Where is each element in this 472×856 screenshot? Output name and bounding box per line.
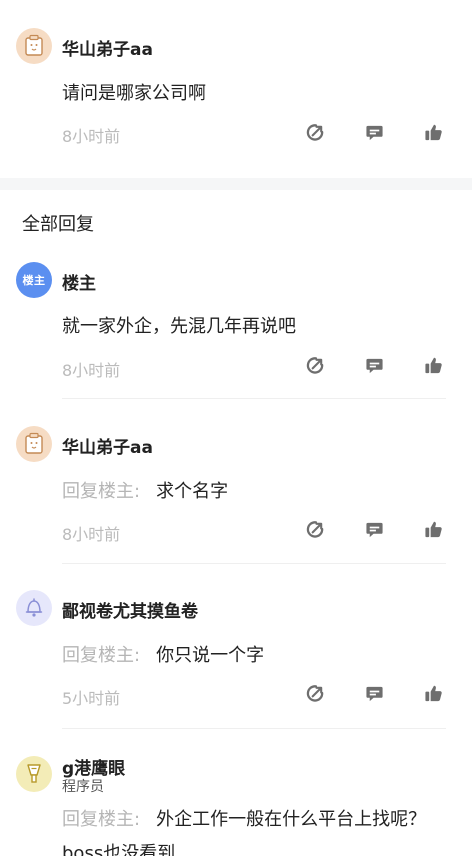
reply-prefix[interactable]: 回复楼主:	[62, 645, 140, 666]
comment-bubble-icon	[366, 522, 383, 538]
share-arrow-icon	[306, 357, 324, 374]
comment-actions	[305, 683, 444, 704]
thumbs-up-icon	[425, 685, 442, 702]
like-button[interactable]	[423, 683, 444, 704]
reply-button[interactable]	[364, 519, 385, 540]
avatar[interactable]	[16, 590, 52, 626]
comment-author[interactable]: 华山弟子aa	[62, 35, 153, 60]
reply-text: 求个名字	[156, 481, 229, 502]
comment-actions	[305, 122, 444, 143]
divider	[62, 563, 446, 564]
comment-actions	[305, 519, 444, 540]
divider	[62, 728, 446, 729]
top-comment: 华山弟子aa 请问是哪家公司啊 8小时前	[0, 0, 472, 178]
comment-actions	[305, 355, 444, 376]
cup-avatar-icon	[27, 764, 41, 783]
divider	[62, 398, 446, 399]
comment-time: 8小时前	[62, 127, 121, 146]
reply-button[interactable]	[364, 122, 385, 143]
thumbs-up-icon	[425, 124, 442, 141]
share-arrow-icon	[306, 685, 324, 702]
share-arrow-icon	[306, 521, 324, 538]
host-badge: 楼主	[22, 274, 46, 287]
section-title: 全部回复	[22, 214, 94, 235]
avatar[interactable]	[16, 756, 52, 792]
share-arrow-icon	[306, 124, 324, 141]
comment-text: 就一家外企，先混几年再说吧	[62, 316, 296, 337]
bell-avatar-icon	[25, 598, 43, 617]
comment-text: 回复楼主: 你只说一个字	[62, 641, 264, 667]
avatar[interactable]	[16, 426, 52, 462]
comment-author[interactable]: 鄙视卷尤其摸鱼卷	[62, 597, 198, 622]
comment-time: 5小时前	[62, 689, 121, 708]
like-button[interactable]	[423, 355, 444, 376]
comment-time: 8小时前	[62, 361, 121, 380]
author-title: 程序员	[62, 779, 104, 795]
reply-prefix[interactable]: 回复楼主:	[62, 809, 140, 830]
comment-text: 回复楼主: 求个名字	[62, 477, 228, 503]
comment-time: 8小时前	[62, 525, 121, 544]
reply-prefix[interactable]: 回复楼主:	[62, 481, 140, 502]
section-separator	[0, 178, 472, 190]
thumbs-up-icon	[425, 521, 442, 538]
avatar[interactable]: 楼主	[16, 262, 52, 298]
comment-text: 回复楼主: 外企工作一般在什么平台上找呢？boss也没看到	[62, 803, 442, 856]
comment-bubble-icon	[366, 686, 383, 702]
thumbs-up-icon	[425, 357, 442, 374]
comment-bubble-icon	[366, 358, 383, 374]
reply-text: 你只说一个字	[156, 645, 265, 666]
comment-bubble-icon	[366, 125, 383, 141]
reply-button[interactable]	[364, 355, 385, 376]
comment-author[interactable]: 楼主	[62, 269, 96, 294]
share-button[interactable]	[305, 122, 326, 143]
reply-button[interactable]	[364, 683, 385, 704]
like-button[interactable]	[423, 519, 444, 540]
avatar[interactable]	[16, 28, 52, 64]
bear-avatar-icon	[25, 432, 43, 454]
comment-author[interactable]: 华山弟子aa	[62, 433, 153, 458]
share-button[interactable]	[305, 683, 326, 704]
comment-text: 请问是哪家公司啊	[62, 83, 206, 104]
share-button[interactable]	[305, 519, 326, 540]
like-button[interactable]	[423, 122, 444, 143]
bear-avatar-icon	[25, 34, 43, 56]
share-button[interactable]	[305, 355, 326, 376]
